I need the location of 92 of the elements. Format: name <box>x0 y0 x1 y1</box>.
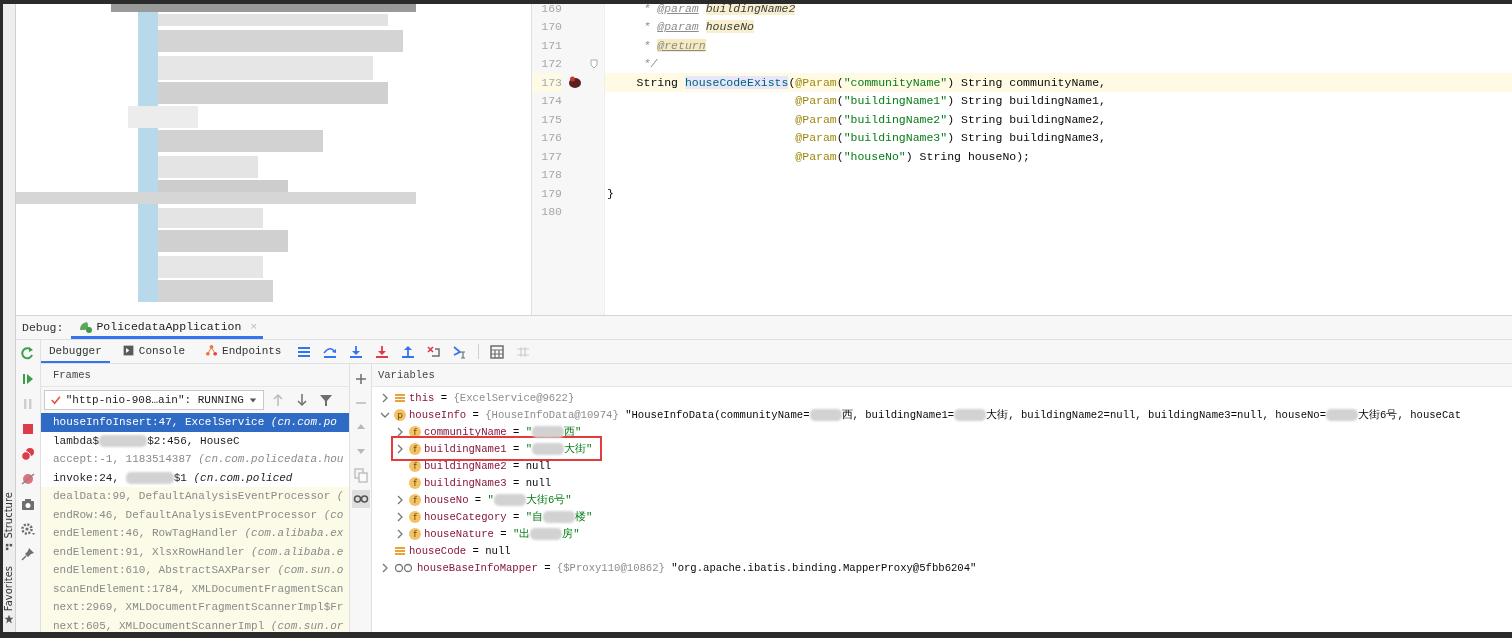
stack-frame-item[interactable]: accept:-1, 1183514387 (cn.com.policedata.hou <box>41 450 349 469</box>
structure-icon[interactable] <box>4 541 14 552</box>
variable-item[interactable]: f houseNature = "出 房" <box>395 525 580 542</box>
calculator-icon[interactable] <box>489 343 506 360</box>
variable-type-icon: f <box>409 442 421 455</box>
endpoints-icon <box>205 344 219 357</box>
variable-item[interactable]: houseCode = null <box>380 542 511 559</box>
caret-icon <box>248 395 257 405</box>
debugger-tab[interactable]: Console <box>113 340 194 363</box>
variable-item[interactable]: houseBaseInfoMapper = {$Proxy110@10862} "org.apache.ibatis.binding.MapperProxy@5fbb6204" <box>380 559 977 576</box>
star-icon[interactable] <box>4 614 14 624</box>
variable-type-icon: f <box>409 476 421 489</box>
code-line: * @return <box>643 38 706 52</box>
settings-icon[interactable] <box>20 521 36 537</box>
console-icon <box>121 344 135 357</box>
line-number: 175 <box>540 111 562 128</box>
variable-type-icon: f <box>409 493 421 506</box>
redaction-blur <box>543 510 576 523</box>
redaction-blur <box>530 527 563 540</box>
code-line: * @param houseNo <box>643 20 754 34</box>
variable-item[interactable]: p houseInfo = {HouseInfoData@10974} "HouseInfoData(communityName= 西, buildingName1= 大街, buildingName2=null, buildingName3=null, houseNo= 大街6号, houseCat <box>380 406 1462 423</box>
stack-frame-item[interactable]: invoke:24, $1 (cn.com.policed <box>41 468 349 487</box>
check-icon <box>51 394 61 406</box>
mute-breakpoints-icon[interactable] <box>20 471 36 487</box>
stack-icon <box>394 391 406 404</box>
step-into-icon[interactable] <box>348 343 365 360</box>
fold-marker-icon[interactable] <box>590 58 598 69</box>
session-title: PolicedataApplication <box>96 319 242 333</box>
line-number: 170 <box>540 19 562 36</box>
breakpoints-icon[interactable] <box>20 446 36 462</box>
session-tab[interactable]: PolicedataApplication × <box>71 316 264 339</box>
variable-type-icon: f <box>409 510 421 523</box>
arrow-down-icon[interactable] <box>294 392 310 408</box>
line-number: 180 <box>540 204 562 221</box>
camera-icon[interactable] <box>20 496 36 512</box>
redaction-blur <box>125 471 174 484</box>
filter-icon[interactable] <box>318 392 334 408</box>
code-line: */ <box>643 57 658 71</box>
redaction-blur <box>1326 408 1359 421</box>
side-panel-tab[interactable]: Structure <box>3 492 15 539</box>
line-number: 177 <box>540 148 562 165</box>
line-number: 169 <box>540 4 562 17</box>
variable-item[interactable]: f houseNo = " 大街6号" <box>395 491 572 508</box>
variable-type-icon: f <box>409 425 421 438</box>
stop-icon[interactable] <box>20 421 36 437</box>
code-line: * @param buildingName2 <box>643 4 796 15</box>
pin-icon[interactable] <box>20 546 36 562</box>
variable-type-icon: p <box>394 408 406 421</box>
redaction-blur <box>532 442 565 455</box>
variable-item[interactable]: f communityName = " 西" <box>395 423 582 440</box>
redaction-blur <box>809 408 842 421</box>
line-number: 174 <box>540 93 562 110</box>
variable-item[interactable]: f buildingName1 = " 大街" <box>395 440 599 457</box>
variable-item[interactable]: f buildingName2 = null <box>395 457 552 474</box>
stack-frame-item[interactable]: lambda$ $2:456, HouseC <box>41 431 349 450</box>
code-line: @Param("buildingName3") String buildingName3, <box>795 131 1106 145</box>
line-number: 179 <box>540 185 562 202</box>
stack-frame-item[interactable]: endElement:610, AbstractSAXParser (com.sun.o <box>41 561 349 580</box>
variable-item[interactable]: f buildingName3 = null <box>395 474 552 491</box>
stack-icon <box>394 544 406 557</box>
line-number: 178 <box>540 167 562 184</box>
panel-title: Debug: <box>22 321 64 334</box>
redaction-blur <box>954 408 987 421</box>
variable-item[interactable]: f houseCategory = "自 楼" <box>395 508 593 525</box>
side-panel-tab[interactable]: Favorites <box>3 565 15 611</box>
redaction-blur <box>532 425 565 438</box>
code-line: @Param("buildingName1") String buildingName1, <box>795 94 1106 108</box>
stack-frame-item[interactable]: next:2969, XMLDocumentFragmentScannerImpl$Fr <box>41 598 349 617</box>
code-line: String houseCodeExists(@Param("communityName") String communityName, <box>636 75 1106 89</box>
code-line: @Param("houseNo") String houseNo); <box>795 149 1030 163</box>
thread-dropdown[interactable]: "http-nio-908…ain": RUNNING <box>44 390 264 410</box>
breakpoint-icon[interactable] <box>568 75 582 90</box>
variable-type-icon: f <box>409 527 421 540</box>
pane-title: Variables <box>378 369 435 381</box>
code-line: @Param("buildingName2") String buildingName2, <box>795 112 1106 126</box>
glasses-icon <box>394 561 414 574</box>
pane-title: Frames <box>53 369 91 381</box>
stack-frame-item[interactable]: dealData:99, DefaultAnalysisEventProcessor ( <box>41 487 349 506</box>
redaction-blur <box>493 493 526 506</box>
rerun-icon[interactable] <box>20 346 36 362</box>
stack-frame-item[interactable]: houseInfoInsert:47, ExcelService (cn.com.po <box>41 413 349 432</box>
line-number: 173 <box>532 73 562 92</box>
drop-frame-icon[interactable] <box>426 343 443 360</box>
debugger-tab[interactable]: Endpoints <box>197 340 290 363</box>
line-number: 176 <box>540 130 562 147</box>
code-line: } <box>607 186 614 200</box>
variable-item[interactable]: this = {ExcelService@9622} <box>380 389 575 406</box>
redaction-blur <box>99 434 148 447</box>
line-number: 171 <box>540 37 562 54</box>
step-out-icon[interactable] <box>400 343 417 360</box>
force-step-into-icon[interactable] <box>374 343 391 360</box>
line-number: 172 <box>540 56 562 73</box>
